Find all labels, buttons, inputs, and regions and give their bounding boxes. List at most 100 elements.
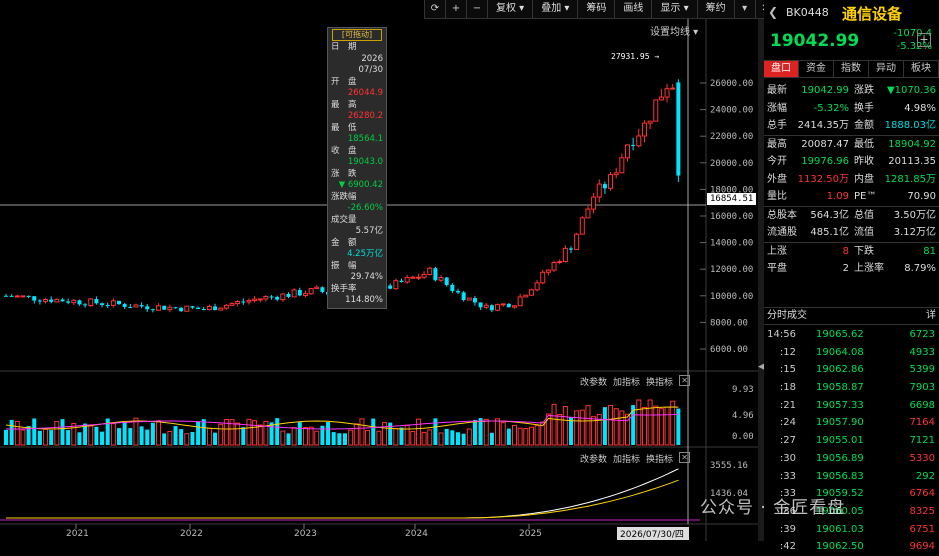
volume-bar	[156, 420, 162, 446]
quote-cell: 总值 3.50万亿	[851, 207, 938, 225]
volume-bar	[20, 429, 26, 446]
ma-setting[interactable]: 设置均线 ▾	[650, 23, 698, 38]
candle-body	[489, 305, 494, 311]
tab-index[interactable]: 指数	[834, 61, 869, 77]
tick-detail-link[interactable]: 详	[926, 308, 936, 324]
quote-label: 平盘	[767, 263, 787, 274]
volume-bar	[517, 427, 523, 446]
tab-funds[interactable]: 资金	[799, 61, 834, 77]
volume-bar	[579, 409, 585, 446]
candle-body	[456, 291, 460, 293]
amt-edit-params[interactable]: 改参数	[580, 452, 607, 465]
vol-subtools: 改参数 加指标 换指标 ✕	[580, 375, 691, 388]
amt-add-indicator[interactable]: 加指标	[613, 452, 640, 465]
chart-toolbar: ⟳ + − 复权 ▾ 叠加 ▾ 筹码 画线 显示 ▾ 筹约 ▾ ✕	[424, 0, 776, 19]
candle-body	[670, 87, 676, 90]
volume-bar	[184, 433, 190, 446]
quote-cell: 上涨 8	[764, 243, 851, 261]
quote-row: 最新 19042.99 涨跌 ▼1070.36	[764, 82, 939, 100]
quote-header: ❮ BK0448 通信设备	[764, 0, 939, 24]
candle-body	[94, 298, 99, 304]
volume-bar	[506, 428, 511, 445]
tick-volume: 8325	[909, 505, 935, 517]
more-icon[interactable]: ▾	[733, 0, 755, 18]
candle-body	[162, 305, 167, 310]
candle-body	[105, 305, 110, 307]
close-icon[interactable]: ✕	[679, 452, 691, 463]
tick-price: 19058.87	[816, 382, 864, 394]
tab-handicap[interactable]: 盘口	[764, 61, 799, 77]
toolbar-chips[interactable]: 筹码	[577, 0, 614, 18]
bar-tooltip[interactable]: [可拖动] 日 期 2026 07/30 开 盘 26044.9 最 高 262…	[327, 27, 387, 309]
sector-name: 通信设备	[842, 5, 903, 23]
amt-switch-indicator[interactable]: 换指标	[646, 452, 673, 465]
vol-switch-indicator[interactable]: 换指标	[646, 375, 673, 388]
volume-bar	[343, 433, 347, 445]
tick-list[interactable]: 14:56 19065.62 6723:12 19064.08 4933:15 19062…	[764, 326, 939, 556]
close-icon[interactable]: ✕	[679, 375, 691, 386]
toolbar-display[interactable]: 显示 ▾	[651, 0, 696, 18]
volume-bar	[201, 419, 206, 445]
price-tick: 6000.00	[710, 345, 748, 355]
volume-bar	[49, 430, 54, 445]
candle-body	[308, 288, 314, 295]
quote-row: 涨幅 -5.32% 换手 4.98%	[764, 100, 939, 118]
tick-volume: 7121	[909, 435, 935, 447]
amount-line	[6, 479, 679, 519]
tick-volume: 5330	[909, 452, 935, 464]
candle-body	[26, 295, 31, 297]
candle-body	[404, 276, 410, 283]
candle-body	[664, 88, 670, 98]
candle-body	[241, 301, 246, 303]
tick-volume: 7164	[909, 417, 935, 429]
candle-body	[540, 271, 546, 284]
tick-volume: 6698	[909, 399, 935, 411]
quote-label: PE™	[854, 191, 877, 202]
zoom-in-icon[interactable]: +	[445, 0, 466, 18]
tt-open-label: 开 盘	[331, 76, 357, 87]
quote-value: 19042.99	[801, 85, 849, 96]
quote-value: 18904.92	[888, 138, 936, 150]
price-tick: 16000.00	[710, 212, 753, 222]
tick-time: :33	[779, 470, 796, 482]
toolbar-overlay[interactable]: 叠加 ▾	[532, 0, 577, 18]
vol-edit-params[interactable]: 改参数	[580, 375, 607, 388]
tick-time: :27	[779, 435, 796, 447]
volume-bar	[94, 426, 99, 445]
toolbar-notes[interactable]: 筹约	[696, 0, 734, 18]
quote-value: 3.50万亿	[893, 209, 936, 221]
volume-bar	[337, 433, 342, 445]
chevron-left-icon[interactable]: ❮	[768, 5, 778, 19]
zoom-out-icon[interactable]: −	[466, 0, 487, 18]
refresh-icon[interactable]: ⟳	[424, 0, 445, 18]
volume-bar	[241, 427, 246, 445]
volume-bar	[117, 428, 121, 445]
candle-body	[190, 306, 195, 308]
volume-bar	[43, 428, 49, 446]
tab-movement[interactable]: 异动	[869, 61, 904, 77]
volume-bar	[257, 424, 263, 446]
volume-bar	[9, 419, 14, 445]
quote-label: 涨幅	[767, 102, 787, 114]
tab-sector[interactable]: 板块	[904, 61, 939, 77]
candle-body	[433, 268, 438, 281]
volume-bar	[523, 428, 529, 446]
quote-row: 流通股 485.1亿 流值 3.12万亿	[764, 224, 939, 242]
volume-bar	[162, 433, 167, 445]
volume-bar	[314, 430, 320, 446]
candle-body	[218, 307, 224, 311]
volume-bar	[105, 418, 110, 445]
candle-body	[478, 302, 483, 308]
volume-bar	[427, 429, 433, 446]
tt-close: 19043.0	[347, 157, 383, 167]
quote-value: 8	[842, 245, 849, 257]
volume-bar	[128, 428, 133, 445]
toolbar-draw[interactable]: 画线	[614, 0, 651, 18]
x-tick: 2024	[405, 529, 428, 539]
toolbar-restore[interactable]: 复权 ▾	[487, 0, 532, 18]
drag-badge[interactable]: [可拖动]	[332, 29, 382, 41]
vol-add-indicator[interactable]: 加指标	[613, 375, 640, 388]
tt-pct: -26.60%	[347, 203, 383, 213]
add-watchlist-icon[interactable]: +	[917, 33, 931, 47]
volume-bar	[206, 427, 212, 446]
